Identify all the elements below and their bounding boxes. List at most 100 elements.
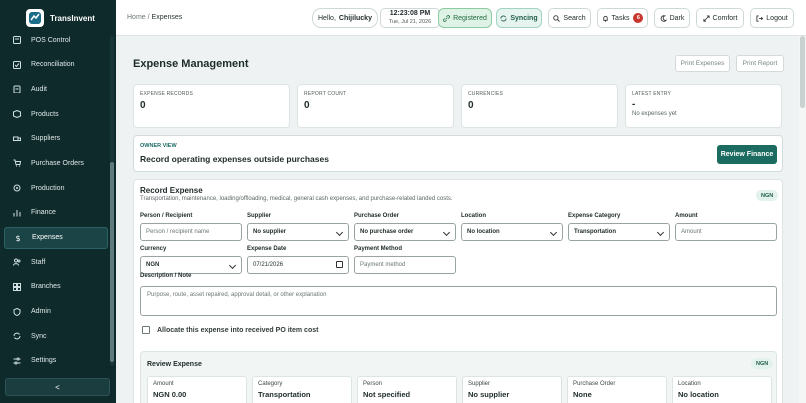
- breadcrumb-home[interactable]: Home: [127, 14, 146, 21]
- payment-method-field: Payment Method Payment method: [354, 246, 456, 274]
- allocate-row[interactable]: Allocate this expense into received PO i…: [142, 326, 318, 334]
- sidebar-item-admin[interactable]: Admin: [4, 301, 108, 323]
- stat-expense-records: EXPENSE RECORDS 0: [133, 84, 290, 128]
- currency-select[interactable]: NGN: [140, 256, 242, 274]
- logout-button[interactable]: Logout: [750, 8, 794, 28]
- expense-category-label: Expense Category: [568, 213, 621, 219]
- sidebar-item-label: Audit: [31, 85, 47, 93]
- user-name: Chijilucky: [338, 14, 372, 22]
- sidebar-item-branches[interactable]: Branches: [4, 276, 108, 298]
- sidebar-item-reconciliation[interactable]: Reconciliation: [4, 54, 108, 76]
- page-scrollbar-thumb[interactable]: [800, 36, 805, 108]
- gear-icon: [12, 183, 22, 193]
- syncing-badge[interactable]: Syncing: [496, 8, 542, 28]
- search-button[interactable]: Search: [548, 8, 591, 28]
- greeting-text: Hello,: [318, 14, 336, 22]
- sidebar-item-settings[interactable]: Settings: [4, 350, 108, 372]
- dark-mode-button[interactable]: Dark: [654, 8, 690, 28]
- sidebar-scrollbar-thumb[interactable]: [110, 162, 114, 362]
- review-purchase-order: Purchase Order None: [567, 376, 667, 403]
- review-finance-button[interactable]: Review Finance: [717, 145, 777, 164]
- purchase-order-select[interactable]: No purchase order: [354, 223, 456, 241]
- review-currency-tag: NGN: [751, 358, 774, 369]
- payment-method-input[interactable]: Payment method: [354, 256, 456, 274]
- check-square-icon: [12, 60, 22, 70]
- sidebar-item-finance[interactable]: Finance: [4, 202, 108, 224]
- review-value: Transportation: [258, 390, 311, 399]
- currency-tag: NGN: [756, 190, 779, 201]
- sidebar-item-purchase-orders[interactable]: Purchase Orders: [4, 152, 108, 174]
- review-key: Category: [258, 381, 283, 387]
- truck-icon: [12, 134, 22, 144]
- sidebar-scrollbar[interactable]: [110, 36, 114, 366]
- brand-name: TransInvent: [50, 13, 95, 23]
- print-expenses-button[interactable]: Print Expenses: [675, 55, 730, 72]
- description-textarea[interactable]: Purpose, route, asset repaired, approval…: [140, 286, 777, 316]
- location-label: Location: [461, 213, 486, 219]
- review-supplier: Supplier No supplier: [462, 376, 562, 403]
- sidebar-item-label: Suppliers: [31, 135, 61, 143]
- calendar-icon[interactable]: [336, 261, 343, 268]
- sidebar-item-products[interactable]: Products: [4, 103, 108, 125]
- review-key: Supplier: [468, 381, 491, 387]
- review-person: Person Not specified: [357, 376, 457, 403]
- person-input[interactable]: Person / recipient name: [140, 223, 242, 241]
- sidebar-item-production[interactable]: Production: [4, 177, 108, 199]
- logout-icon: [756, 14, 764, 22]
- registered-badge: Registered: [438, 8, 492, 28]
- expense-date-input[interactable]: 07/21/2026: [247, 256, 349, 274]
- sidebar-item-label: Expenses: [32, 234, 63, 241]
- stat-report-count: REPORT COUNT 0: [297, 84, 454, 128]
- clock: 12:23:08 PM Tue, Jul 21, 2026: [380, 8, 440, 28]
- search-label: Search: [563, 14, 586, 22]
- comfort-label: Comfort: [712, 14, 738, 22]
- page-title: Expense Management: [133, 58, 249, 70]
- sidebar-item-staff[interactable]: Staff: [4, 251, 108, 273]
- moon-icon: [660, 14, 667, 22]
- sidebar-item-pos-control[interactable]: POS Control: [4, 29, 108, 51]
- clock-time: 12:23:08 PM: [389, 10, 431, 17]
- main-content: Expense Management Print Expenses Print …: [116, 36, 799, 403]
- tasks-count-badge: 6: [633, 13, 644, 23]
- amount-input[interactable]: Amount: [675, 223, 777, 241]
- tasks-button[interactable]: Tasks 6: [597, 8, 648, 28]
- cart-icon: [12, 158, 22, 168]
- comfort-density-button[interactable]: Comfort: [696, 8, 744, 28]
- location-select[interactable]: No location: [461, 223, 563, 241]
- sync-icon: [500, 15, 507, 21]
- sliders-icon: [12, 356, 22, 366]
- expense-category-select[interactable]: Transportation: [568, 223, 670, 241]
- sidebar-item-label: Finance: [31, 209, 56, 217]
- person-field: Person / Recipient Person / recipient na…: [140, 213, 242, 241]
- breadcrumb-separator: /: [147, 14, 150, 21]
- sidebar-nav: POS Control Reconciliation Audit Product…: [4, 29, 108, 375]
- amount-field: Amount Amount: [675, 213, 777, 241]
- sidebar-item-label: Admin: [31, 308, 51, 316]
- review-location: Location No location: [672, 376, 772, 403]
- sidebar-item-audit[interactable]: Audit: [4, 78, 108, 100]
- sidebar-item-suppliers[interactable]: Suppliers: [4, 128, 108, 150]
- stat-currencies: CURRENCIES 0: [461, 84, 618, 128]
- sidebar-item-label: Reconciliation: [31, 61, 75, 69]
- chart-icon: [12, 208, 22, 218]
- expand-icon: [702, 14, 710, 22]
- tasks-label: Tasks: [611, 14, 630, 22]
- currency-label: Currency: [140, 246, 167, 252]
- collapse-sidebar-button[interactable]: <: [5, 378, 110, 396]
- record-expense-form: Record Expense Transportation, maintenan…: [133, 179, 783, 403]
- clock-date: Tue, Jul 21, 2026: [388, 19, 432, 25]
- page-scrollbar[interactable]: [799, 36, 806, 403]
- review-value: No supplier: [468, 390, 510, 399]
- allocate-checkbox[interactable]: [142, 326, 150, 334]
- print-report-button[interactable]: Print Report: [736, 55, 784, 72]
- user-greeting: Hello, Chijilucky: [312, 8, 378, 28]
- expense-date-field: Expense Date 07/21/2026: [247, 246, 349, 274]
- supplier-select[interactable]: No supplier: [247, 223, 349, 241]
- sidebar-item-sync[interactable]: Sync: [4, 325, 108, 347]
- sidebar-item-label: Production: [31, 184, 65, 192]
- review-value: Not specified: [363, 390, 411, 399]
- owner-view-kicker: OWNER VIEW: [140, 143, 177, 149]
- sidebar-item-expenses[interactable]: $ Expenses: [4, 226, 108, 249]
- stat-value: 0: [304, 100, 310, 111]
- expense-date-value: 07/21/2026: [253, 262, 284, 268]
